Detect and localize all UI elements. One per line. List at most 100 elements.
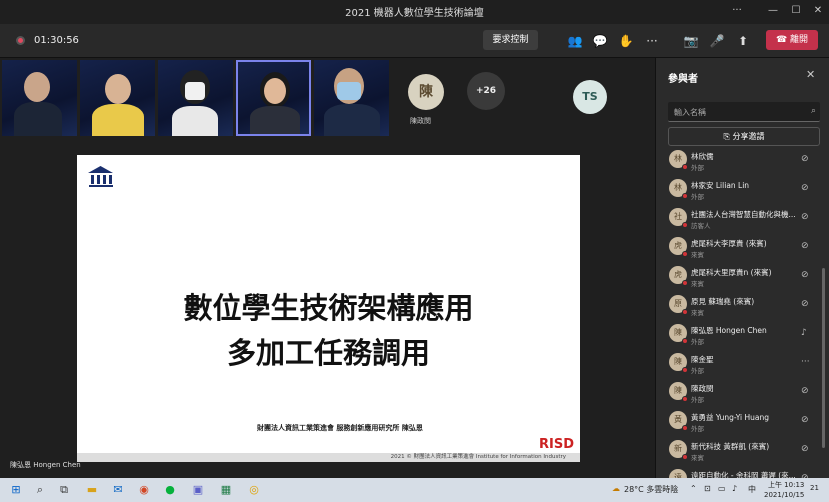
mic-muted-icon[interactable]: ⊘: [801, 241, 809, 251]
panel-scrollbar[interactable]: [822, 268, 825, 448]
participant-row[interactable]: 陳陳金聖 外部 ···: [656, 349, 829, 378]
search-placeholder: 輸入名稱: [674, 108, 706, 117]
maximize-button[interactable]: ☐: [786, 3, 806, 19]
participant-row[interactable]: 虎虎尾科大李厚貴 (來賓) 來賓 ⊘: [656, 233, 829, 262]
video-tile[interactable]: [158, 60, 233, 136]
mic-muted-icon[interactable]: ⊘: [801, 415, 809, 425]
participant-name: 新代科技 黃群凱 (來賓): [691, 442, 770, 451]
leave-button[interactable]: ☎ 離開: [766, 30, 818, 50]
panel-title: 參與者: [668, 74, 698, 85]
status-dot-icon: [682, 338, 688, 344]
excel-icon[interactable]: ▦: [218, 482, 234, 498]
meeting-timer: 01:30:56: [34, 35, 79, 46]
search-input[interactable]: 輸入名稱 ⌕: [668, 102, 820, 122]
weather-text[interactable]: 28°C 多雲時陰: [624, 484, 678, 495]
people-icon[interactable]: 👥: [566, 32, 584, 50]
status-dot-icon: [682, 164, 688, 170]
search-taskbar-icon[interactable]: ⌕: [32, 482, 48, 498]
participant-role: 外部: [691, 193, 704, 201]
clock-date: 2021/10/15: [764, 491, 805, 499]
share-screen-icon[interactable]: ⬆: [734, 32, 752, 50]
participant-role: 外部: [691, 164, 704, 172]
participant-video: [24, 72, 50, 102]
mic-muted-icon[interactable]: ⊘: [801, 183, 809, 193]
participant-name: 林欣儒: [691, 152, 714, 161]
tray-app-icon[interactable]: ⊡: [704, 484, 711, 493]
participant-row[interactable]: 遠遠距自動化 - 余科岡 蕭遲 (來... ⊘: [656, 465, 829, 478]
line-icon[interactable]: ●: [162, 482, 178, 498]
status-dot-icon: [682, 396, 688, 402]
close-window-button[interactable]: ✕: [808, 3, 828, 19]
more-participants-badge[interactable]: +26: [467, 72, 505, 110]
participant-row[interactable]: 新新代科技 黃群凱 (來賓) 來賓 ⊘: [656, 436, 829, 465]
participant-name: 陳金聖: [691, 355, 714, 364]
windows-start-icon[interactable]: ⊞: [8, 482, 24, 498]
ime-indicator[interactable]: 中: [748, 484, 756, 495]
request-control-button[interactable]: 要求控制: [483, 30, 538, 50]
video-tile-active-speaker[interactable]: [236, 60, 311, 136]
participant-row[interactable]: 林林家安 Lilian Lin 外部 ⊘: [656, 175, 829, 204]
minimize-button[interactable]: —: [763, 3, 783, 19]
participant-row[interactable]: 原原見 蘇瑞堯 (來賓) 來賓 ⊘: [656, 291, 829, 320]
notification-center[interactable]: 21: [810, 484, 819, 492]
participant-name: 虎尾科大里厚貴n (來賓): [691, 268, 772, 277]
participant-role: 外部: [691, 338, 704, 346]
mic-icon[interactable]: 🎤: [708, 32, 726, 50]
teams-icon[interactable]: ▣: [190, 482, 206, 498]
status-dot-icon: [682, 425, 688, 431]
participant-row[interactable]: 陳陳政閔 外部 ⊘: [656, 378, 829, 407]
mic-muted-icon[interactable]: ⊘: [801, 270, 809, 280]
network-icon[interactable]: ▭: [718, 484, 726, 493]
slide-title-line2: 多加工任務調用: [226, 336, 430, 370]
more-icon[interactable]: ···: [727, 3, 747, 19]
reactions-icon[interactable]: ✋: [617, 32, 635, 50]
mic-muted-icon[interactable]: ⊘: [801, 212, 809, 222]
participant-row[interactable]: 林林欣儒 外部 ⊘: [656, 146, 829, 175]
participant-row[interactable]: 虎虎尾科大里厚貴n (來賓) 來賓 ⊘: [656, 262, 829, 291]
more-actions-icon[interactable]: ···: [643, 32, 661, 50]
mic-muted-icon[interactable]: ⊘: [801, 386, 809, 396]
video-tile[interactable]: [314, 60, 389, 136]
close-panel-icon[interactable]: ✕: [806, 68, 815, 81]
status-dot-icon: [682, 222, 688, 228]
more-options-icon[interactable]: ···: [801, 357, 810, 367]
participant-role: 外部: [691, 425, 704, 433]
recording-icon: [16, 36, 25, 45]
presenter-label: 陳弘恩 Hongen Chen: [10, 461, 81, 469]
mic-muted-icon[interactable]: ⊘: [801, 154, 809, 164]
meeting-toolbar: 01:30:56 要求控制 👥 💬 ✋ ··· 📷 🎤 ⬆ ☎ 離開: [0, 24, 829, 58]
participant-face: [264, 78, 286, 104]
chat-icon[interactable]: 💬: [591, 32, 609, 50]
participant-row[interactable]: 社社團法人台灣智慧自動化與機... 訪客人 ⊘: [656, 204, 829, 233]
leave-label: 離開: [790, 35, 809, 45]
weather-icon: ☁: [612, 484, 620, 493]
file-explorer-icon[interactable]: ▬: [84, 482, 100, 498]
mic-muted-icon[interactable]: ⊘: [801, 444, 809, 454]
participants-panel: 參與者 ✕ 輸入名稱 ⌕ ⎘ 分享邀請 林林欣儒 外部 ⊘ 林林家安 Lilian L…: [655, 58, 829, 478]
participant-avatar[interactable]: 陳: [408, 74, 444, 110]
mic-muted-icon[interactable]: ⊘: [801, 299, 809, 309]
system-clock[interactable]: 上午 10:13 2021/10/15: [764, 480, 804, 500]
participant-body: [92, 104, 144, 136]
share-invite-button[interactable]: ⎘ 分享邀請: [668, 127, 820, 146]
outlook-icon[interactable]: ✉: [110, 482, 126, 498]
tray-chevron-icon[interactable]: ⌃: [690, 484, 697, 493]
video-tile[interactable]: [80, 60, 155, 136]
participant-row[interactable]: 陳陳弘恩 Hongen Chen 外部 ♪: [656, 320, 829, 349]
participant-avatar: 遠: [669, 469, 687, 478]
volume-icon[interactable]: ♪: [732, 484, 737, 493]
camera-icon[interactable]: 📷: [682, 32, 700, 50]
powerpoint-icon[interactable]: ◉: [136, 482, 152, 498]
task-view-icon[interactable]: ⧉: [56, 482, 72, 498]
title-bar: 2021 機器人數位學生技術論壇 ··· — ☐ ✕: [0, 0, 829, 24]
participant-row[interactable]: 黃黃勇益 Yung-Yi Huang 外部 ⊘: [656, 407, 829, 436]
chrome-icon[interactable]: ◎: [246, 482, 262, 498]
participant-role: 來賓: [691, 309, 704, 317]
participant-avatar-ts[interactable]: TS: [573, 80, 607, 114]
mic-on-icon[interactable]: ♪: [801, 328, 807, 338]
participant-body: [172, 106, 218, 136]
meeting-stage: 陳 陳政閔 +26 TS 數位學生技術架構應用 多加工任務調用 財團法人資訊工業…: [0, 58, 655, 478]
video-tile[interactable]: [2, 60, 77, 136]
participant-name: 原見 蘇瑞堯 (來賓): [691, 297, 755, 306]
participant-name: 黃勇益 Yung-Yi Huang: [691, 413, 769, 422]
